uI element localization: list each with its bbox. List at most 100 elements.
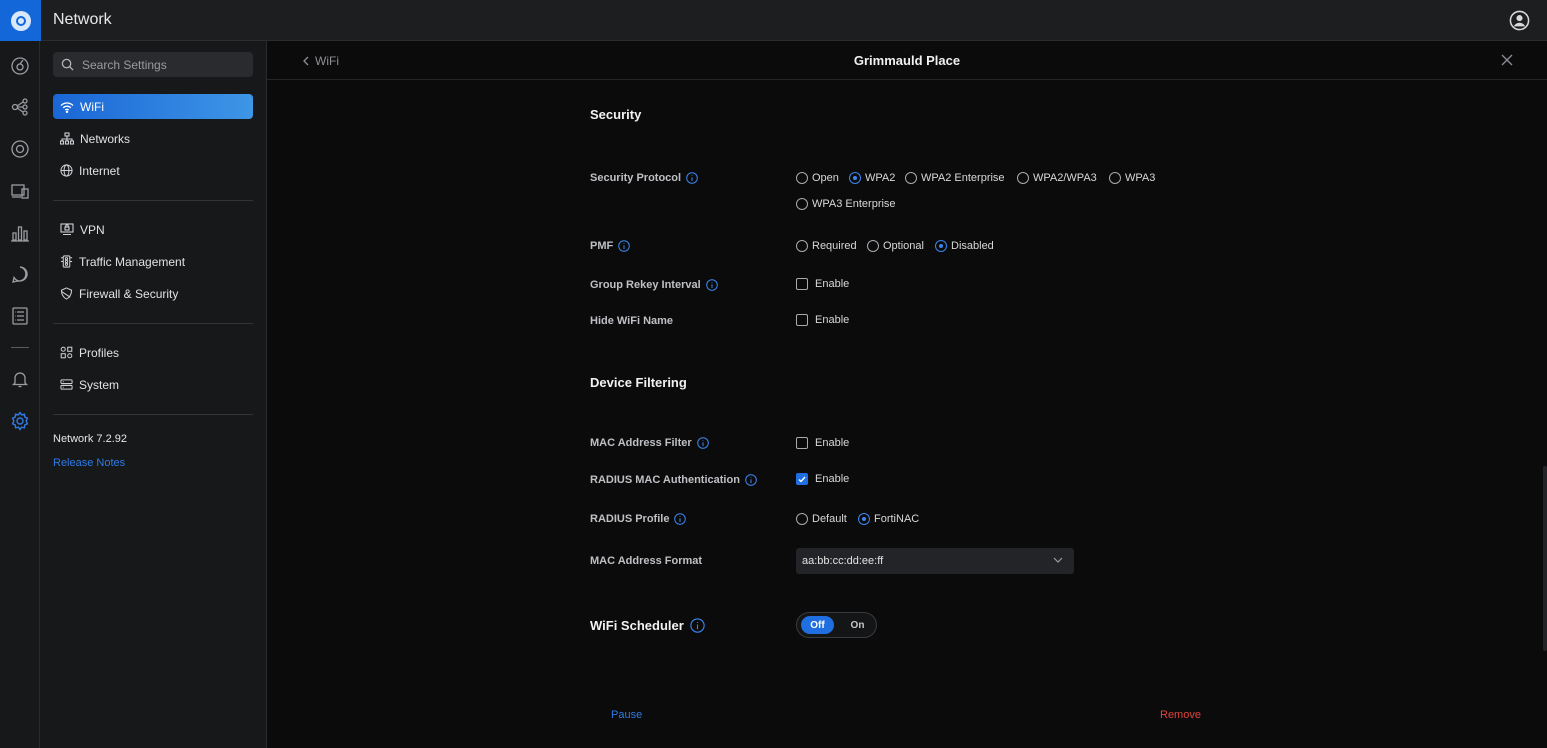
scrollbar[interactable] <box>1543 466 1547 651</box>
devices-icon[interactable] <box>10 139 30 159</box>
radio-indicator[interactable] <box>1017 172 1029 184</box>
sidebar-item-system[interactable]: System <box>53 372 253 397</box>
sidebar-item-profiles[interactable]: Profiles <box>53 340 253 365</box>
radio-indicator[interactable] <box>1109 172 1121 184</box>
hide-wifi-name-checkbox[interactable]: Enable <box>796 314 849 326</box>
radio-indicator[interactable] <box>796 513 808 525</box>
dashboard-icon[interactable] <box>10 56 30 76</box>
radius-profile-label: RADIUS Profile <box>590 513 687 525</box>
device-filtering-section-title: Device Filtering <box>590 375 687 390</box>
sidebar-item-vpn[interactable]: VPN <box>53 217 253 242</box>
close-icon[interactable] <box>1501 54 1513 66</box>
radio-indicator[interactable] <box>867 240 879 252</box>
search-box[interactable] <box>53 52 253 77</box>
radio-indicator[interactable] <box>796 198 808 210</box>
unifi-logo-icon[interactable] <box>0 0 41 41</box>
radio-indicator[interactable] <box>935 240 947 252</box>
protocol-wpa2-radio[interactable]: WPA2 <box>849 172 895 184</box>
row-label-text: Security Protocol <box>590 172 682 184</box>
sidebar-item-label: System <box>79 377 120 392</box>
row-label-text: MAC Address Filter <box>590 437 692 449</box>
info-icon[interactable] <box>705 279 718 291</box>
app-title: Network <box>53 11 112 28</box>
sidebar-item-wifi[interactable]: WiFi <box>53 94 253 119</box>
radio-indicator[interactable] <box>858 513 870 525</box>
sidebar-divider <box>53 414 253 415</box>
info-icon[interactable] <box>745 474 757 486</box>
option-label: WPA2 <box>865 172 896 184</box>
mac-address-format-select[interactable]: aa:bb:cc:dd:ee:ff <box>796 548 1074 574</box>
clients-icon[interactable] <box>10 181 30 201</box>
sidebar-item-label: Firewall & Security <box>79 286 179 301</box>
select-value: aa:bb:cc:dd:ee:ff <box>802 555 884 567</box>
protocol-wpa3-radio[interactable]: WPA3 <box>1109 172 1155 184</box>
checkbox-box[interactable] <box>796 314 808 326</box>
remove-button[interactable]: Remove <box>1160 709 1201 721</box>
logs-icon[interactable] <box>10 306 30 326</box>
sidebar-divider <box>53 323 253 324</box>
radius-profile-fortinac-radio[interactable]: FortiNAC <box>858 513 919 525</box>
row-label-text: Hide WiFi Name <box>590 315 674 327</box>
info-icon[interactable] <box>690 618 705 633</box>
radio-indicator[interactable] <box>905 172 917 184</box>
row-label-text: WiFi Scheduler <box>590 618 684 633</box>
main-panel: WiFi Grimmauld Place Security Security P… <box>267 41 1547 748</box>
option-label: WPA3 Enterprise <box>812 198 896 210</box>
mac-filter-label: MAC Address Filter <box>590 437 709 449</box>
toggle-on-option[interactable]: On <box>841 616 874 634</box>
rail-divider <box>11 347 29 348</box>
sidebar-divider <box>53 200 253 201</box>
radio-indicator[interactable] <box>796 240 808 252</box>
radio-indicator[interactable] <box>849 172 861 184</box>
option-label: Enable <box>815 437 850 449</box>
option-label: FortiNAC <box>874 513 920 525</box>
topology-icon[interactable] <box>10 97 30 117</box>
row-label-text: PMF <box>590 240 614 252</box>
checkbox-box[interactable] <box>796 437 808 449</box>
radius-mac-auth-checkbox[interactable]: Enable <box>796 473 849 485</box>
security-section-title: Security <box>590 107 642 122</box>
protocol-wpa2-wpa3-radio[interactable]: WPA2/WPA3 <box>1017 172 1097 184</box>
search-input[interactable] <box>80 56 245 73</box>
sidebar-item-internet[interactable]: Internet <box>53 158 253 183</box>
icon-rail <box>0 41 40 748</box>
pmf-disabled-radio[interactable]: Disabled <box>935 240 994 252</box>
checkbox-box[interactable] <box>796 278 808 290</box>
group-rekey-label: Group Rekey Interval <box>590 279 718 291</box>
mac-filter-checkbox[interactable]: Enable <box>796 437 849 449</box>
version-label: Network 7.2.92 <box>53 433 127 445</box>
info-icon[interactable] <box>618 240 631 252</box>
radius-profile-default-radio[interactable]: Default <box>796 513 847 525</box>
sidebar-item-traffic-management[interactable]: Traffic Management <box>53 249 253 274</box>
alerts-icon[interactable] <box>10 369 30 389</box>
radio-indicator[interactable] <box>796 172 808 184</box>
pause-button[interactable]: Pause <box>611 709 642 721</box>
settings-icon[interactable] <box>10 411 30 431</box>
profiles-icon <box>60 346 73 359</box>
wifi-scheduler-toggle[interactable]: Off On <box>796 612 877 638</box>
globe-icon <box>60 164 73 177</box>
pmf-required-radio[interactable]: Required <box>796 240 857 252</box>
option-label: Enable <box>815 278 850 290</box>
statistics-icon[interactable] <box>10 223 30 243</box>
option-label: Disabled <box>951 240 994 252</box>
protocol-wpa2-enterprise-radio[interactable]: WPA2 Enterprise <box>905 172 1005 184</box>
protocol-open-radio[interactable]: Open <box>796 172 839 184</box>
account-icon[interactable] <box>1509 10 1530 31</box>
checkbox-box[interactable] <box>796 473 808 485</box>
option-label: Default <box>812 513 847 525</box>
pmf-optional-radio[interactable]: Optional <box>867 240 924 252</box>
group-rekey-checkbox[interactable]: Enable <box>796 278 849 290</box>
info-icon[interactable] <box>686 172 698 184</box>
sidebar-item-firewall-security[interactable]: Firewall & Security <box>53 281 253 306</box>
check-icon <box>798 476 806 483</box>
panel-header: WiFi Grimmauld Place <box>267 41 1547 80</box>
protocol-wpa3-enterprise-radio[interactable]: WPA3 Enterprise <box>796 198 896 210</box>
insights-icon[interactable] <box>10 265 30 285</box>
release-notes-link[interactable]: Release Notes <box>53 457 125 469</box>
option-label: Optional <box>883 240 924 252</box>
toggle-off-option[interactable]: Off <box>801 616 834 634</box>
info-icon[interactable] <box>696 437 709 449</box>
sidebar-item-networks[interactable]: Networks <box>53 126 253 151</box>
info-icon[interactable] <box>674 513 687 525</box>
